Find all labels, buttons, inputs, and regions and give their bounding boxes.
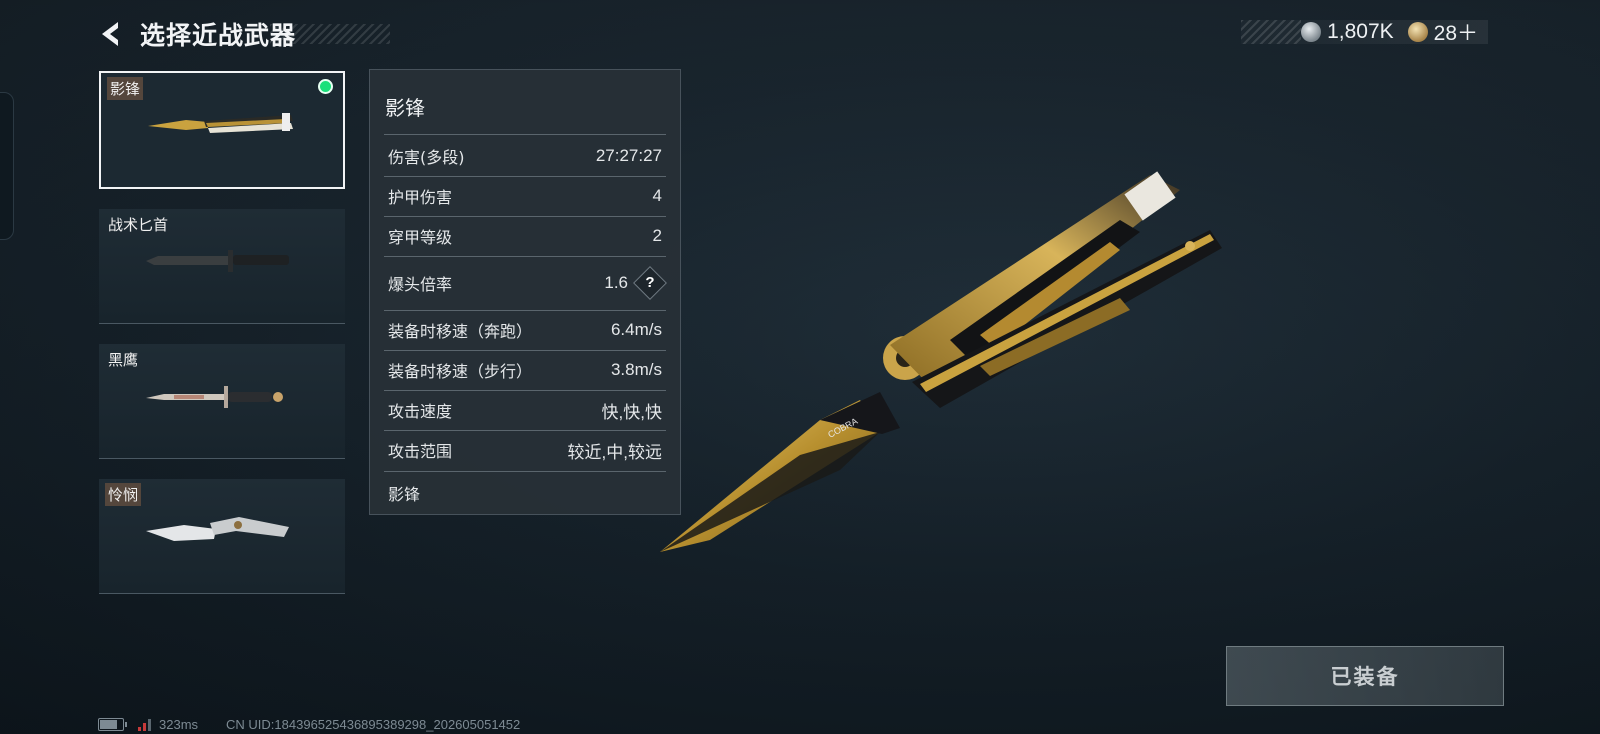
divider: [384, 134, 666, 135]
battery-icon: [98, 717, 127, 731]
stat-value: 27:27:27: [595, 146, 662, 165]
divider: [384, 256, 666, 257]
silver-currency-value: 1,807K: [1327, 20, 1394, 43]
stat-row-headshot-multiplier: 爆头倍率 1.6 ?: [388, 260, 667, 306]
stat-label: 护甲伤害: [388, 188, 453, 207]
stat-row-run-speed: 装备时移速（奔跑） 6.4m/s: [388, 310, 662, 350]
page-header: 选择近战武器: [98, 16, 296, 52]
gold-coin-icon: [1407, 22, 1428, 42]
status-bar: 323ms CN UID:184396525436895389298_20260…: [98, 716, 520, 732]
stat-value: 1.6: [604, 273, 628, 292]
stat-value: 较近,中,较远: [567, 442, 662, 462]
stat-row-walk-speed: 装备时移速（步行） 3.8m/s: [388, 350, 662, 390]
weapon-stats-panel: 影锋 伤害(多段) 27:27:27 护甲伤害 4 穿甲等级 2 爆头倍率 1.…: [369, 69, 681, 515]
stat-label: 爆头倍率: [388, 275, 453, 294]
weapon-card-tactical-dagger[interactable]: 战术匕首: [99, 209, 345, 324]
equipped-button-label: 已装备: [1330, 665, 1400, 689]
equipped-indicator-icon: [318, 79, 333, 94]
stats-title: 影锋: [385, 96, 425, 120]
weapon-card-mercy[interactable]: 怜悯: [99, 479, 345, 594]
stat-row-damage: 伤害(多段) 27:27:27: [388, 136, 662, 176]
butterfly-knife-showcase-icon: COBRA: [660, 171, 1222, 552]
stat-row-attack-range: 攻击范围 较近,中,较远: [388, 430, 662, 470]
weapon-card-label: 影锋: [107, 77, 144, 100]
silver-coin-icon: [1301, 22, 1322, 42]
weapon-card-black-eagle[interactable]: 黑鹰: [99, 344, 345, 459]
stat-label: 攻击范围: [388, 442, 453, 461]
back-arrow-icon[interactable]: [98, 20, 126, 48]
stat-label: 装备时移速（奔跑）: [388, 322, 533, 341]
side-drawer-tab[interactable]: [0, 92, 14, 240]
weapon-name-footer: 影锋: [388, 485, 421, 504]
user-uid: CN UID:184396525436895389298_20260505145…: [226, 716, 521, 732]
stat-label: 穿甲等级: [388, 228, 453, 247]
stat-row-attack-speed: 攻击速度 快,快,快: [388, 390, 662, 430]
weapon-list: 影锋 战术匕首 黑鹰 怜悯: [99, 71, 349, 614]
butterfly-knife-thumbnail-icon: [148, 113, 293, 133]
stat-label: 伤害(多段): [388, 148, 465, 167]
mercy-folding-knife-thumbnail-icon: [146, 517, 289, 541]
equipped-button[interactable]: 已装备: [1226, 646, 1504, 706]
weapon-card-yingfeng[interactable]: 影锋: [99, 71, 345, 189]
divider: [384, 471, 666, 472]
stat-label: 攻击速度: [388, 402, 453, 421]
weapon-card-label: 怜悯: [105, 483, 142, 506]
stat-row-armor-damage: 护甲伤害 4: [388, 176, 662, 216]
currency-decoration: [1241, 20, 1302, 44]
ping-value: 323ms: [159, 716, 199, 732]
gold-currency-value: 28＋: [1433, 22, 1478, 45]
weapon-card-label: 战术匕首: [108, 216, 169, 234]
stats-footer: 影锋: [388, 473, 662, 513]
weapon-card-label: 黑鹰: [108, 351, 139, 369]
stat-label: 装备时移速（步行）: [388, 362, 533, 381]
currency-bar: 1,807K 28＋: [1241, 20, 1488, 45]
tactical-dagger-thumbnail-icon: [146, 250, 289, 272]
black-eagle-thumbnail-icon: [146, 386, 283, 408]
signal-icon: [138, 717, 151, 731]
title-decoration: [270, 24, 390, 44]
stat-row-penetration-level: 穿甲等级 2: [388, 216, 662, 256]
